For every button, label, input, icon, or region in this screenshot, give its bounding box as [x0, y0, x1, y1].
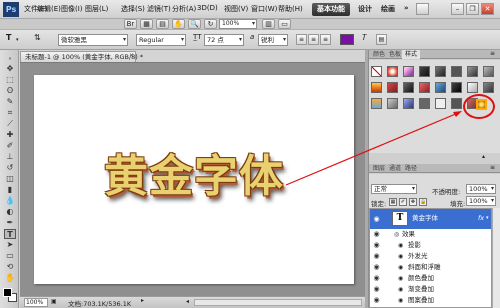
- layers-panel-menu-icon[interactable]: ≡: [490, 164, 495, 171]
- visibility-eye-icon[interactable]: ◉: [372, 241, 381, 249]
- layer-fx-icon[interactable]: fx: [478, 213, 484, 224]
- visibility-eye-icon[interactable]: ◉: [372, 285, 381, 293]
- effects-row[interactable]: ◉ ◎ 效果: [370, 229, 491, 240]
- layer-name[interactable]: 黄金字体: [412, 213, 438, 224]
- lock-transparency-icon[interactable]: ▦: [389, 198, 397, 206]
- visibility-eye-icon[interactable]: ◉: [372, 274, 381, 282]
- visibility-eye-icon[interactable]: ◉: [372, 215, 381, 223]
- layers-scrollbar[interactable]: [492, 208, 500, 308]
- expand-effects-icon[interactable]: ▾: [486, 213, 489, 224]
- opacity-label: 不透明度:: [432, 188, 461, 196]
- lock-position-icon[interactable]: ✥: [409, 198, 417, 206]
- visibility-eye-icon[interactable]: ◉: [372, 230, 381, 238]
- layer-row-selected[interactable]: ◉ T 黄金字体 fx ▾: [370, 209, 491, 229]
- visibility-eye-icon[interactable]: ◉: [372, 263, 381, 271]
- effects-icon: ◎: [394, 231, 400, 238]
- text-layer-thumbnail-icon: T: [392, 211, 408, 226]
- effect-label: 投影: [408, 241, 421, 249]
- effect-eye-icon[interactable]: ◉: [398, 295, 403, 306]
- effect-eye-icon[interactable]: ◉: [398, 262, 403, 273]
- effect-label: 颜色叠加: [408, 274, 434, 282]
- effect-row[interactable]: ◉ ◉ 渐变叠加: [370, 284, 491, 295]
- effect-eye-icon[interactable]: ◉: [398, 284, 403, 295]
- opacity-field[interactable]: 100%: [466, 184, 496, 194]
- effects-label: 效果: [402, 230, 415, 238]
- effect-label: 渐变叠加: [408, 285, 434, 293]
- blend-mode-select[interactable]: 正常: [371, 184, 417, 194]
- fill-field[interactable]: 100%: [466, 196, 496, 206]
- effect-eye-icon[interactable]: ◉: [398, 251, 403, 262]
- effect-row[interactable]: ◉ ◉ 图案叠加: [370, 295, 491, 306]
- effect-row[interactable]: ◉ ◉ 投影: [370, 240, 491, 251]
- effect-eye-icon[interactable]: ◉: [398, 240, 403, 251]
- effect-row[interactable]: ◉ ◉ 外发光: [370, 251, 491, 262]
- effect-label: 外发光: [408, 252, 428, 260]
- lock-pixels-icon[interactable]: ✐: [399, 198, 407, 206]
- visibility-eye-icon[interactable]: ◉: [372, 252, 381, 260]
- panel-collapse-icon[interactable]: ▴: [482, 153, 485, 160]
- fill-label: 填充:: [450, 200, 466, 208]
- effect-label: 斜面和浮雕: [408, 263, 441, 271]
- lock-all-icon[interactable]: 🔒: [419, 198, 427, 206]
- effect-eye-icon[interactable]: ◉: [398, 273, 403, 284]
- effect-label: 图案叠加: [408, 296, 434, 304]
- effect-row[interactable]: ◉ ◉ 颜色叠加: [370, 273, 491, 284]
- tab-paths[interactable]: 路径: [402, 164, 420, 173]
- lock-label: 锁定:: [371, 200, 387, 208]
- effect-row[interactable]: ◉ ◉ 斜面和浮雕: [370, 262, 491, 273]
- visibility-eye-icon[interactable]: ◉: [372, 296, 381, 304]
